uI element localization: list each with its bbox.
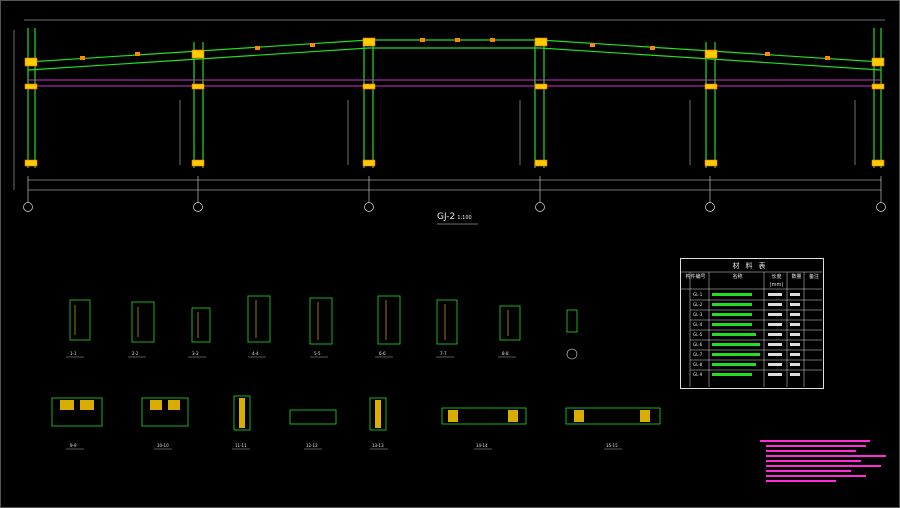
material-table: 材料表 构件编号 名称 长度(mm) 数量 备注 GL-1 GL-2 GL-3 …: [680, 258, 824, 389]
frame-title-text: GJ-2: [437, 212, 456, 222]
section-label: 5-5: [314, 351, 321, 356]
section-label: 1-1: [70, 351, 77, 356]
section-label: 10-10: [157, 443, 169, 448]
section-label: 6-6: [379, 351, 386, 356]
section-label: 2-2: [132, 351, 139, 356]
table-row-id: GL-1: [693, 292, 703, 297]
bottom-dimension-lines: [27, 176, 882, 202]
section-label: 9-9: [70, 443, 77, 448]
material-table-title: 材料表: [732, 262, 772, 270]
frame-title: GJ-2 1:100: [437, 212, 472, 222]
bracing-lines: [28, 79, 881, 87]
header-remark: 备注: [808, 274, 819, 280]
table-row-id: GL-6: [693, 342, 703, 347]
grid-axis-bubbles: [23, 202, 886, 212]
annotation-leaders: [13, 30, 856, 190]
frame-scale: 1:100: [457, 215, 472, 221]
section-label: 15-15: [606, 443, 618, 448]
steel-columns: [27, 28, 882, 168]
notes-lines: [760, 440, 886, 482]
section-details-row2: [51, 395, 661, 431]
header-length: 长度(mm): [769, 274, 784, 288]
drawing-border: [0, 0, 900, 508]
section-label: 8-8: [502, 351, 509, 356]
section-row1-hatch: [74, 300, 509, 340]
notes-block: [760, 440, 886, 482]
section-label: 14-14: [476, 443, 488, 448]
table-row-id: GL-3: [693, 312, 703, 317]
connection-nodes: [24, 37, 885, 167]
table-row-id: GL-9: [693, 372, 703, 377]
section-label: 11-11: [235, 443, 247, 448]
drawing-canvas: [0, 0, 900, 508]
header-component-id: 构件编号: [685, 274, 706, 280]
section-label: 3-3: [192, 351, 199, 356]
table-row-id: GL-8: [693, 362, 703, 367]
table-row-id: GL-4: [693, 322, 703, 327]
table-row-id: GL-2: [693, 302, 703, 307]
section-label: 7-7: [440, 351, 447, 356]
table-row-id: GL-7: [693, 352, 703, 357]
table-row-id: GL-5: [693, 332, 703, 337]
header-name: 名称: [732, 274, 743, 280]
detail-bubble: [566, 348, 578, 360]
header-quantity: 数量: [791, 274, 802, 280]
section-label: 12-12: [306, 443, 318, 448]
section-label: 4-4: [252, 351, 259, 356]
roof-rafters: [27, 39, 882, 71]
section-row2-fill: [60, 398, 650, 428]
section-details-row1: [69, 295, 578, 345]
section-label: 13-13: [372, 443, 384, 448]
